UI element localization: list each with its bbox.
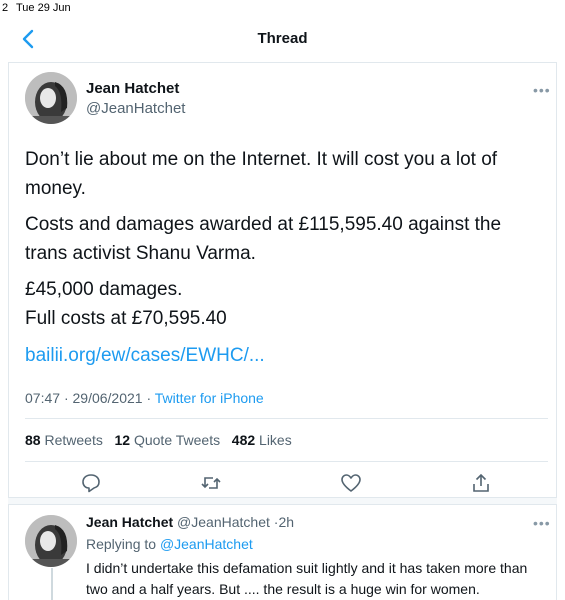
reply-age: 2h	[278, 514, 295, 530]
thread-line	[51, 568, 53, 600]
like-button[interactable]	[340, 472, 362, 494]
author-handle[interactable]: @JeanHatchet	[86, 100, 185, 117]
tweet-paragraph-3-line-2: Full costs at £70,595.40	[25, 308, 227, 329]
reply-header: Jean Hatchet @JeanHatchet ·2h	[86, 514, 295, 530]
tweet-paragraph-3-line-1: £45,000 damages.	[25, 279, 183, 300]
author-name[interactable]: Jean Hatchet	[86, 80, 179, 97]
divider	[25, 418, 548, 419]
tweet-meta: 07:47 · 29/06/2021 · Twitter for iPhone	[25, 390, 264, 406]
reply-avatar[interactable]	[25, 515, 77, 567]
tweet-source[interactable]: Twitter for iPhone	[155, 390, 264, 406]
divider	[25, 461, 548, 462]
like-icon	[341, 474, 361, 492]
retweet-button[interactable]	[200, 472, 222, 494]
retweet-icon	[201, 477, 221, 489]
reply-icon	[82, 474, 100, 493]
tweet-actions	[0, 472, 565, 496]
tweet-link[interactable]: bailii.org/ew/cases/EWHC/...	[25, 341, 545, 370]
reply-button[interactable]	[80, 472, 102, 494]
reply-author-name[interactable]: Jean Hatchet	[86, 514, 173, 530]
tweet-date: 29/06/2021	[72, 390, 143, 406]
status-fragment: 2	[2, 2, 9, 14]
reply-more-icon[interactable]: •••	[533, 515, 551, 531]
section-separator	[8, 497, 557, 505]
tweet-paragraph-2: Costs and damages awarded at £115,595.40…	[25, 214, 502, 264]
status-date: Tue 29 Jun	[16, 2, 71, 14]
quote-tweets-stat[interactable]: 12 Quote Tweets	[115, 432, 221, 448]
more-icon[interactable]: •••	[533, 82, 551, 98]
reply-author-handle[interactable]: @JeanHatchet	[177, 514, 270, 530]
page-title: Thread	[257, 30, 308, 47]
tweet-stats: 88 Retweets 12 Quote Tweets 482 Likes	[25, 432, 292, 448]
likes-stat[interactable]: 482 Likes	[232, 432, 292, 448]
tweet-time: 07:47	[25, 390, 61, 406]
share-icon	[473, 473, 489, 492]
replying-to-handle[interactable]: @JeanHatchet	[160, 536, 253, 552]
share-button[interactable]	[470, 472, 492, 494]
reply-text: I didn’t undertake this defamation suit …	[86, 560, 528, 597]
retweets-stat[interactable]: 88 Retweets	[25, 432, 103, 448]
avatar[interactable]	[25, 72, 77, 124]
replying-to: Replying to @JeanHatchet	[86, 536, 253, 552]
navigation-bar: Thread	[0, 16, 565, 62]
tweet-paragraph-1: Don’t lie about me on the Internet. It w…	[25, 149, 498, 199]
